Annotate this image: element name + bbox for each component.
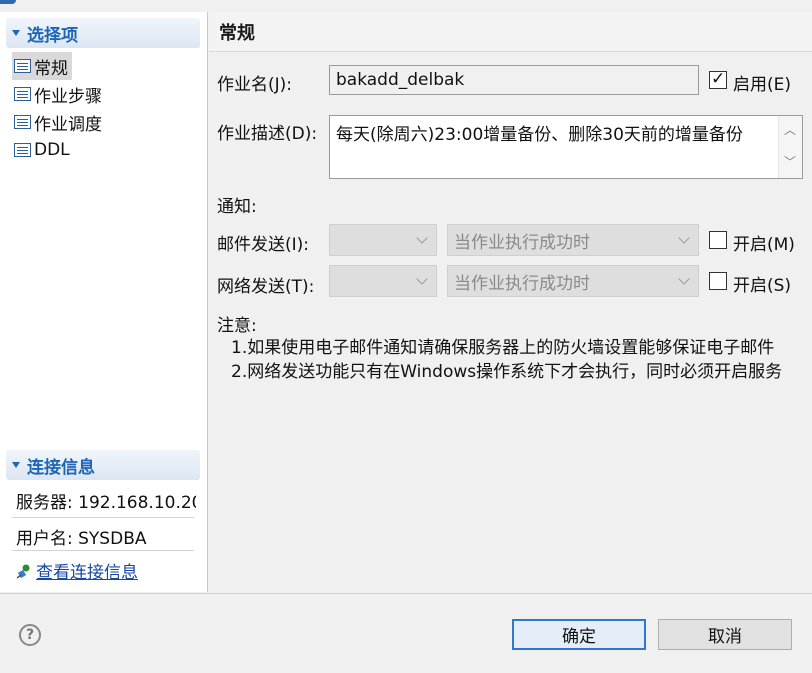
chevron-down-icon bbox=[416, 232, 428, 244]
nav-item-label: 作业步骤 bbox=[34, 86, 102, 107]
mail-condition-select[interactable]: 当作业执行成功时 bbox=[447, 224, 699, 256]
mail-open-label: 开启(M) bbox=[733, 235, 795, 255]
panel-title: 常规 bbox=[209, 12, 812, 52]
connection-plug-icon bbox=[16, 563, 32, 579]
cancel-button[interactable]: 取消 bbox=[658, 619, 792, 650]
chevron-down-icon bbox=[416, 273, 428, 285]
enable-checkbox[interactable] bbox=[709, 69, 727, 89]
title-strip bbox=[0, 0, 812, 12]
mail-send-label: 邮件发送(I): bbox=[217, 235, 310, 255]
window-accent bbox=[0, 0, 16, 4]
job-name-field[interactable]: bakadd_delbak bbox=[329, 65, 699, 95]
left-nav: 选择项 常规 作业步骤 作业调度 DDL 连接信息 服务器: 192.168.1… bbox=[0, 12, 208, 592]
general-panel: 常规 作业名(J): bakadd_delbak 启用(E) 作业描述(D): … bbox=[209, 12, 812, 592]
divider bbox=[12, 550, 194, 551]
page-icon bbox=[14, 59, 31, 73]
net-send-label: 网络发送(T): bbox=[217, 277, 315, 297]
section-header-connection[interactable]: 连接信息 bbox=[6, 450, 200, 480]
nav-item-job-schedule[interactable]: 作业调度 bbox=[12, 108, 106, 136]
enable-label: 启用(E) bbox=[733, 75, 792, 95]
note-line-1: 1.如果使用电子邮件通知请确保服务器上的防火墙设置能够保证电子邮件 bbox=[231, 338, 775, 358]
job-name-label: 作业名(J): bbox=[217, 75, 293, 95]
chevron-down-icon bbox=[678, 273, 690, 285]
job-description-label: 作业描述(D): bbox=[217, 124, 318, 144]
job-description-field[interactable]: 每天(除周六)23:00增量备份、删除30天前的增量备份 ︿ ﹀ bbox=[329, 115, 803, 179]
section-header-options[interactable]: 选择项 bbox=[6, 18, 200, 48]
view-connection-link[interactable]: 查看连接信息 bbox=[36, 558, 138, 583]
view-connection-link-row[interactable]: 查看连接信息 bbox=[16, 558, 138, 583]
section-title-connection: 连接信息 bbox=[27, 457, 95, 478]
net-condition-value: 当作业执行成功时 bbox=[454, 273, 590, 294]
chevron-down-icon bbox=[678, 232, 690, 244]
mail-recipient-select[interactable] bbox=[329, 224, 437, 256]
nav-item-label: 常规 bbox=[34, 58, 68, 79]
scroll-up-icon[interactable]: ︿ bbox=[784, 124, 796, 136]
section-title-options: 选择项 bbox=[27, 25, 78, 46]
mail-condition-value: 当作业执行成功时 bbox=[454, 232, 590, 253]
nav-item-ddl[interactable]: DDL bbox=[12, 136, 74, 164]
divider bbox=[12, 517, 194, 518]
net-open-checkbox[interactable] bbox=[709, 272, 727, 290]
page-icon bbox=[14, 143, 31, 157]
user-info: 用户名: SYSDBA bbox=[16, 529, 147, 549]
net-condition-select[interactable]: 当作业执行成功时 bbox=[447, 265, 699, 297]
description-scrollbar[interactable]: ︿ ﹀ bbox=[778, 116, 802, 178]
collapse-triangle-icon bbox=[12, 462, 20, 468]
scroll-down-icon[interactable]: ﹀ bbox=[784, 156, 796, 168]
nav-item-label: 作业调度 bbox=[34, 114, 102, 135]
net-open-label: 开启(S) bbox=[733, 276, 792, 296]
job-description-text: 每天(除周六)23:00增量备份、删除30天前的增量备份 bbox=[336, 125, 743, 145]
nav-item-general[interactable]: 常规 bbox=[12, 52, 72, 80]
nav-item-label: DDL bbox=[34, 140, 70, 160]
nav-item-job-steps[interactable]: 作业步骤 bbox=[12, 80, 106, 108]
page-icon bbox=[14, 87, 31, 101]
mail-open-checkbox[interactable] bbox=[709, 231, 727, 249]
server-info: 服务器: 192.168.10.20 bbox=[16, 493, 196, 513]
dialog-footer: ? 确定 取消 bbox=[0, 593, 812, 673]
help-icon[interactable]: ? bbox=[19, 624, 41, 646]
page-icon bbox=[14, 115, 31, 129]
note-line-2: 2.网络发送功能只有在Windows操作系统下才会执行，同时必须开启服务 bbox=[231, 362, 783, 382]
net-recipient-select[interactable] bbox=[329, 265, 437, 297]
ok-button[interactable]: 确定 bbox=[512, 619, 646, 650]
notify-label: 通知: bbox=[217, 197, 257, 217]
collapse-triangle-icon bbox=[12, 30, 20, 36]
